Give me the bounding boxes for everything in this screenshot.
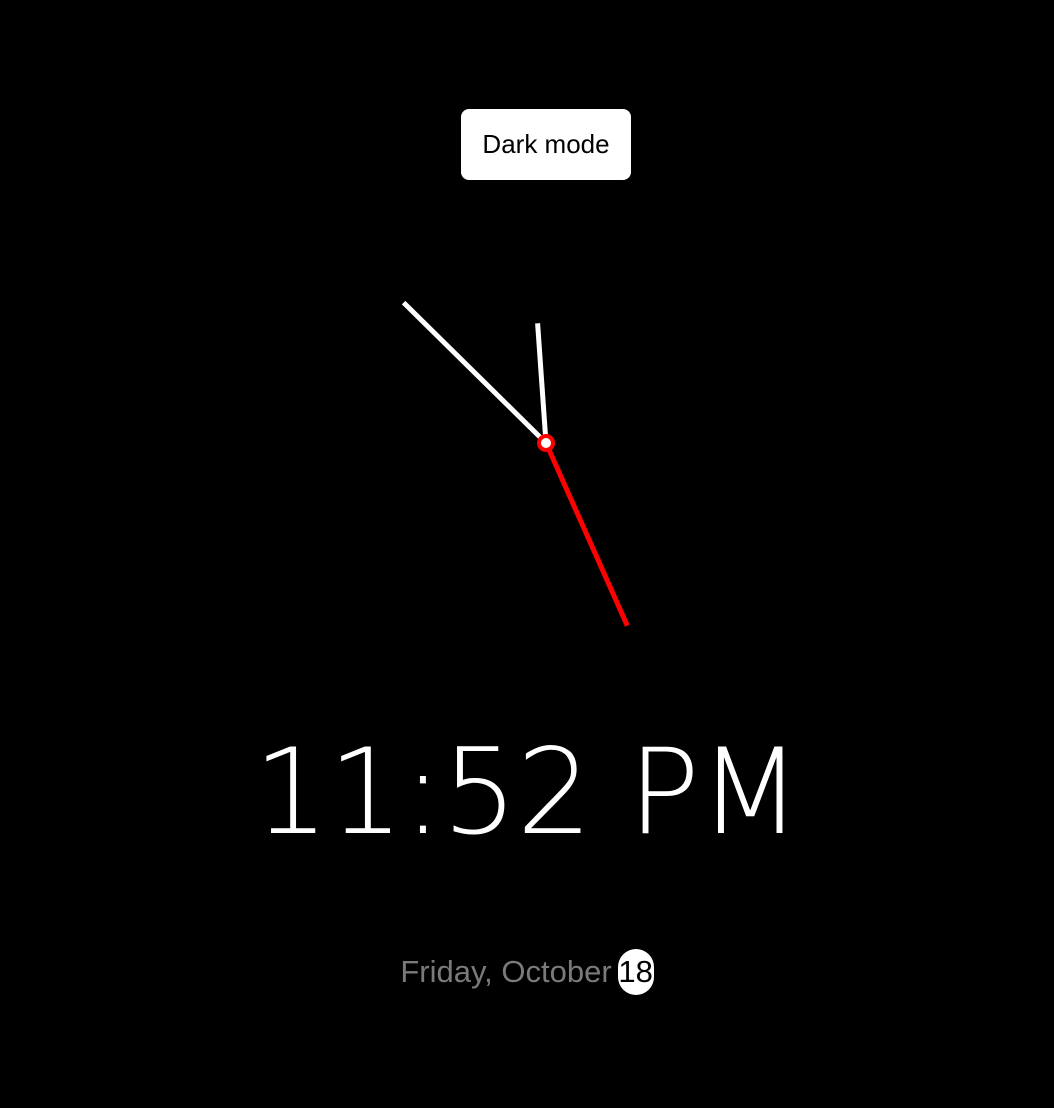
dark-mode-toggle-button[interactable]: Dark mode xyxy=(461,109,631,180)
digital-time: 11:52 PM xyxy=(253,724,801,862)
second-hand xyxy=(543,441,630,627)
hour-hand xyxy=(535,323,549,444)
date-day-badge: 18 xyxy=(617,948,654,995)
minute-hand xyxy=(401,300,548,445)
clock-page: Dark mode 11:52 PM Friday, October 18 xyxy=(0,0,1054,1108)
date-display: Friday, October 18 xyxy=(0,948,1054,997)
clock-center-pin xyxy=(537,434,555,452)
date-weekday-month: Friday, October xyxy=(400,954,612,989)
